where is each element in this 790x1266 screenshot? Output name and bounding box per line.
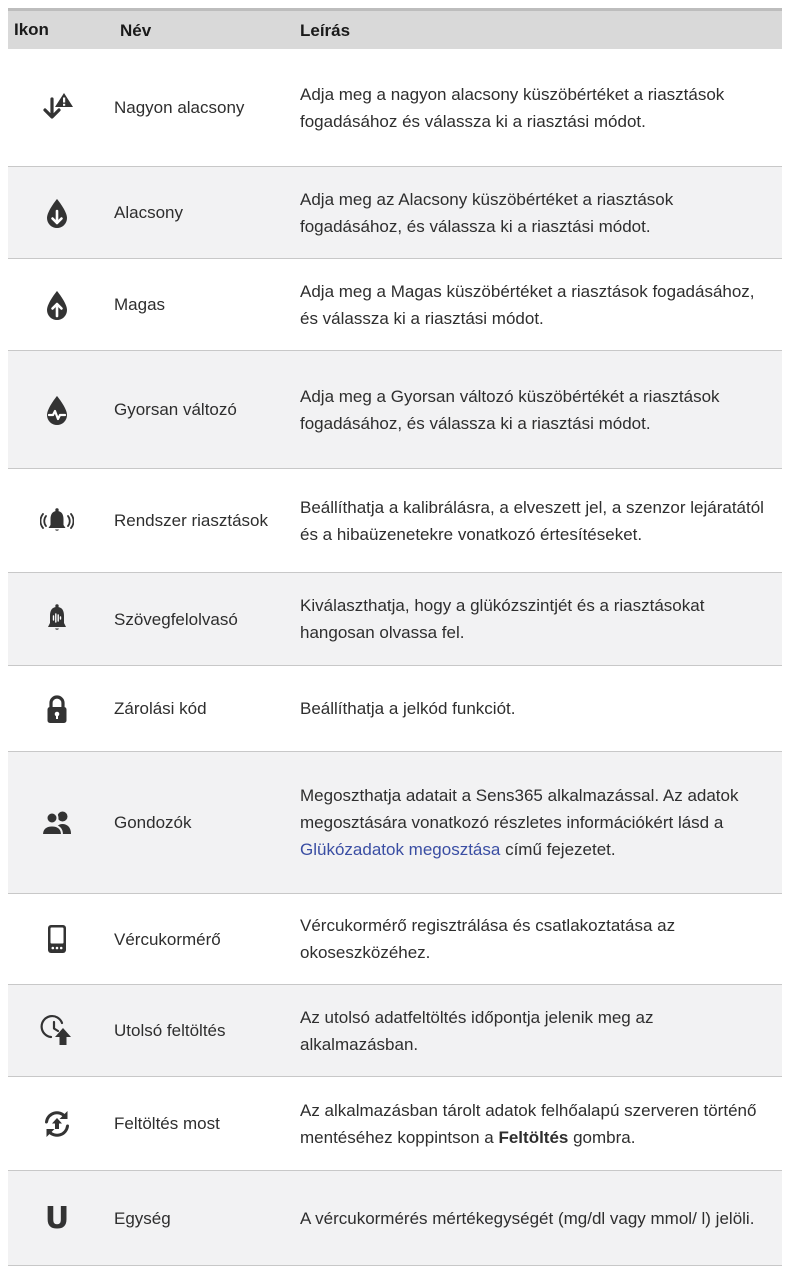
system-alert-bell-icon (8, 504, 106, 538)
description-text: című fejezetet. (500, 840, 616, 859)
row-description: Megoszthatja adatait a Sens365 alkalmazá… (292, 782, 782, 863)
table-row: Rendszer riasztások Beállíthatja a kalib… (8, 469, 782, 573)
row-description: Kiválaszthatja, hogy a glükózszintjét és… (300, 596, 705, 642)
high-drop-icon (8, 288, 106, 322)
row-name: Szövegfelolvasó (114, 609, 238, 629)
voice-bell-icon (8, 602, 106, 636)
lock-icon (8, 692, 106, 726)
upload-button-name: Feltöltés (498, 1127, 569, 1147)
table-row: Gondozók Megoszthatja adatait a Sens365 … (8, 752, 782, 894)
table-row: Gyorsan változó Adja meg a Gyorsan válto… (8, 351, 782, 469)
row-description: Adja meg a Magas küszöbértéket a riasztá… (300, 281, 755, 328)
row-name: Vércukormérő (114, 929, 221, 949)
row-description: Adja meg a Gyorsan változó küszöbértékét… (300, 386, 720, 433)
table-row: Alacsony Adja meg az Alacsony küszöbérté… (8, 167, 782, 259)
table-row: Vércukormérő Vércukormérő regisztrálása … (8, 894, 782, 985)
row-description: Vércukormérő regisztrálása és csatlakozt… (300, 916, 676, 962)
upload-now-icon (8, 1107, 106, 1141)
row-description: Az alkalmazásban tárolt adatok felhőalap… (292, 1097, 782, 1151)
table-row: Nagyon alacsony Adja meg a nagyon alacso… (8, 49, 782, 167)
table-header: Ikon Név Leírás (8, 8, 782, 49)
glucose-meter-icon (8, 922, 106, 956)
header-icon: Ikon (14, 20, 49, 39)
row-name: Nagyon alacsony (114, 98, 245, 117)
row-description: Beállíthatja a jelkód funkciót. (300, 699, 516, 718)
unit-icon-letter: U (44, 1200, 70, 1236)
table-row: Magas Adja meg a Magas küszöbértéket a r… (8, 259, 782, 351)
row-name: Gyorsan változó (114, 400, 237, 419)
sharing-chapter-link[interactable]: Glükózadatok megosztása (300, 840, 500, 859)
row-name: Rendszer riasztások (114, 511, 269, 530)
settings-table: Ikon Név Leírás Nagyon alacsony Adja meg… (8, 8, 782, 1266)
low-drop-icon (8, 196, 106, 230)
rapid-change-drop-icon (8, 393, 106, 427)
table-row: Feltöltés most Az alkalmazásban tárolt a… (8, 1077, 782, 1171)
table-row: Zárolási kód Beállíthatja a jelkód funkc… (8, 666, 782, 752)
row-name: Feltöltés most (114, 1114, 220, 1133)
description-text: gombra. (568, 1127, 636, 1147)
table-row: U Egység A vércukormérés mértékegységét … (8, 1171, 782, 1266)
row-name: Zárolási kód (114, 699, 207, 718)
table-row: Szövegfelolvasó Kiválaszthatja, hogy a g… (8, 573, 782, 666)
row-description: A vércukormérés mértékegységét (mg/dl va… (300, 1208, 755, 1228)
unit-icon: U (8, 1201, 106, 1236)
row-name: Egység (114, 1208, 171, 1228)
header-description: Leírás (300, 20, 351, 40)
row-description: Az utolsó adatfeltöltés időpontja jeleni… (300, 1007, 654, 1054)
row-name: Gondozók (114, 813, 192, 832)
row-description: Beállíthatja a kalibrálásra, a elveszett… (300, 497, 764, 544)
last-upload-icon (8, 1014, 106, 1048)
row-name: Alacsony (114, 203, 183, 222)
row-description: Adja meg a nagyon alacsony küszöbértéket… (300, 84, 725, 131)
very-low-alert-icon (8, 91, 106, 125)
table-row: Utolsó feltöltés Az utolsó adatfeltöltés… (8, 985, 782, 1077)
row-name: Magas (114, 295, 166, 314)
header-name: Név (120, 20, 152, 40)
row-description: Adja meg az Alacsony küszöbértéket a ria… (300, 189, 674, 236)
description-text: Megoszthatja adatait a Sens365 alkalmazá… (300, 786, 739, 832)
caregivers-icon (8, 806, 106, 840)
row-name: Utolsó feltöltés (114, 1021, 226, 1040)
